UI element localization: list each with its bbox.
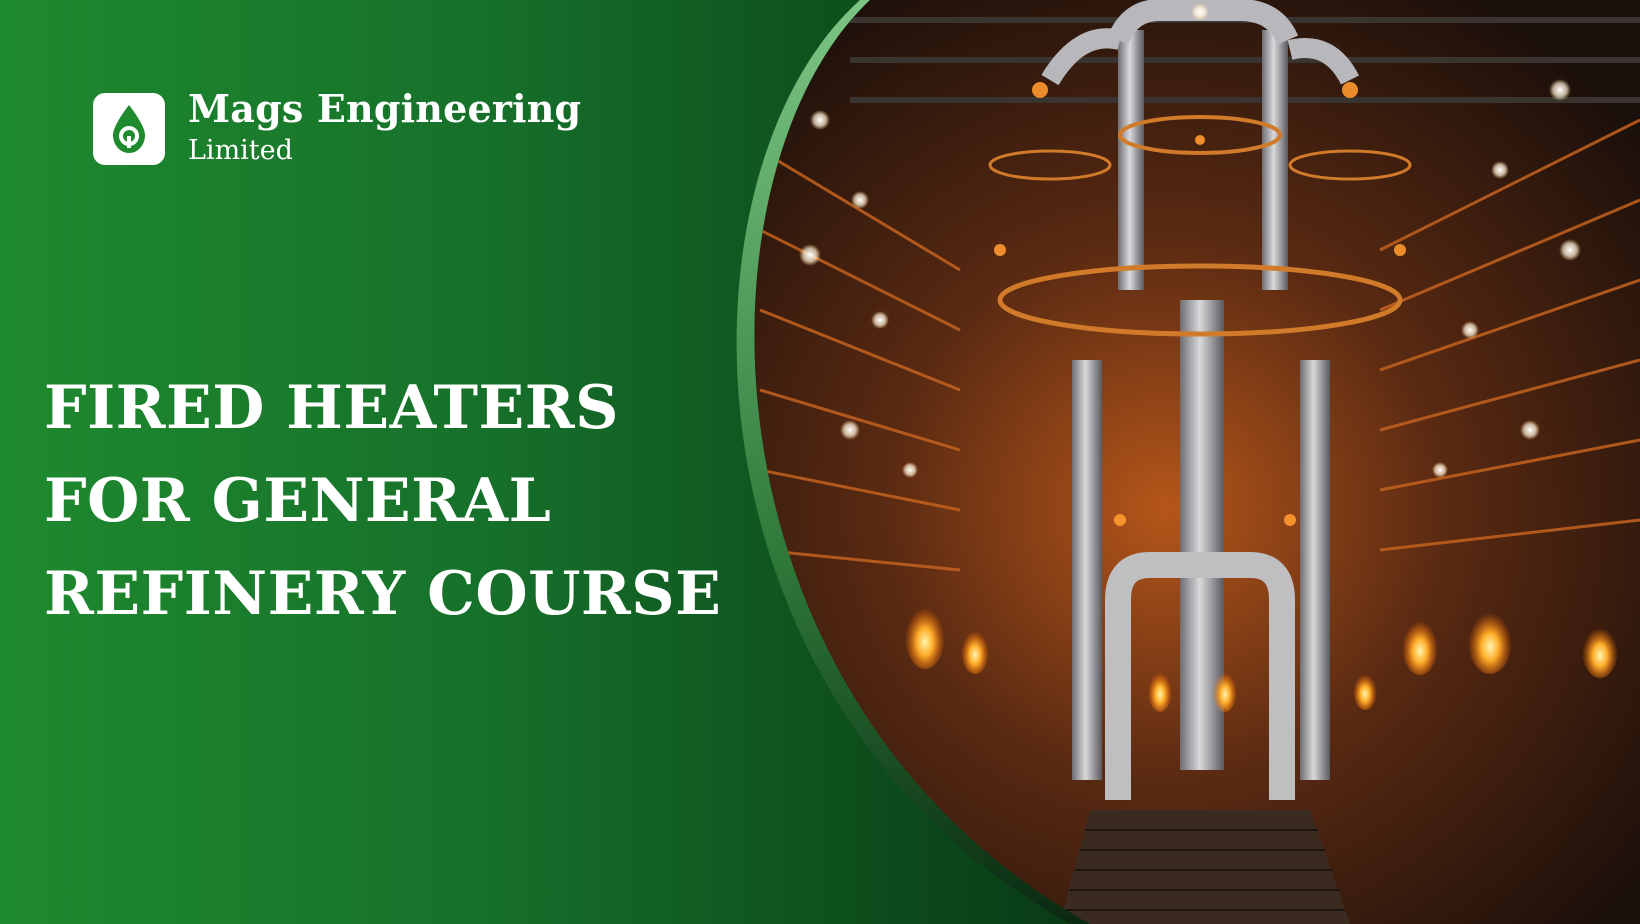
oil-drop-gear-icon (113, 105, 145, 153)
course-title-line-1: FIRED HEATERS (44, 373, 619, 443)
course-title-line-2: FOR GENERAL (44, 466, 552, 536)
course-title: FIRED HEATERS FOR GENERAL REFINERY COURS… (44, 362, 721, 641)
company-name: Mags Engineering (188, 86, 582, 131)
company-subtitle: Limited (188, 135, 293, 166)
course-title-line-3: REFINERY COURSE (44, 559, 722, 629)
brand-name: Mags Engineering Limited (188, 86, 581, 168)
company-logo (93, 93, 165, 165)
